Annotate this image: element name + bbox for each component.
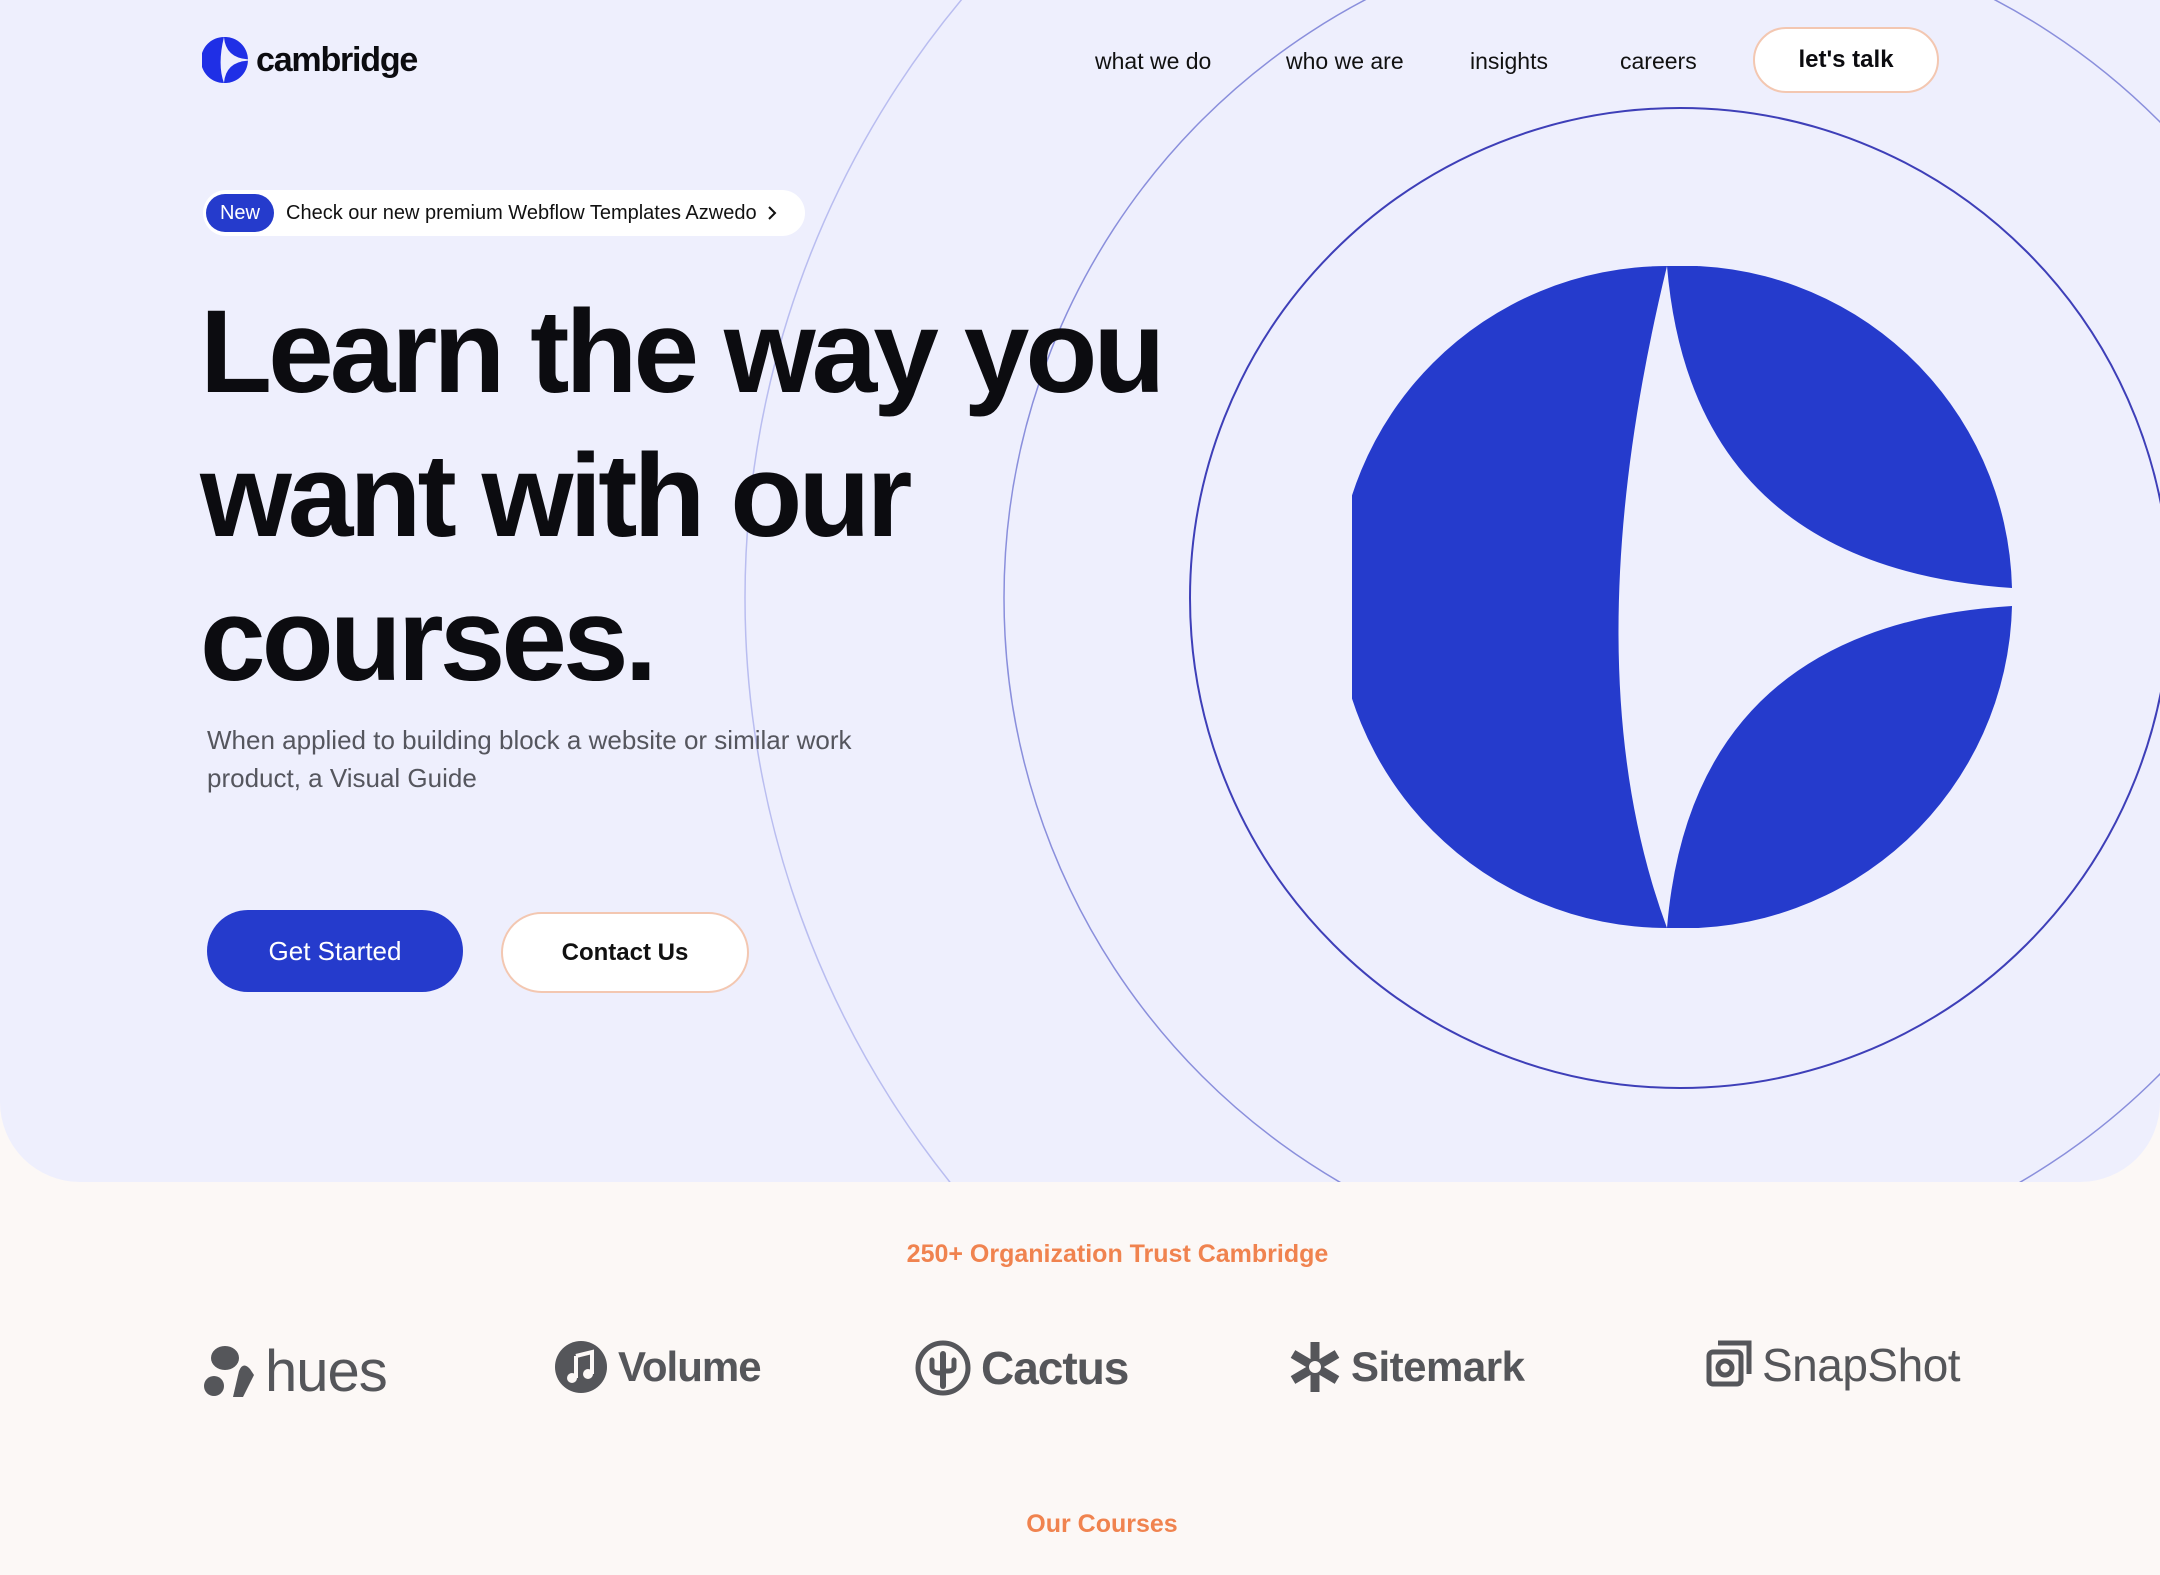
contact-us-button[interactable]: Contact Us — [501, 912, 749, 993]
volume-wordmark: Volume — [618, 1343, 762, 1390]
hues-wordmark: hues — [265, 1339, 388, 1404]
hero-headline: Learn the way you want with our courses. — [200, 280, 1200, 712]
brand-wordmark: cambridge — [256, 40, 418, 79]
nav-link-careers[interactable]: careers — [1620, 40, 1697, 82]
asterisk-icon — [1290, 1342, 1340, 1392]
music-note-icon — [555, 1341, 607, 1393]
partner-logo-cactus: Cactus — [915, 1340, 1129, 1396]
cactus-icon — [915, 1340, 971, 1396]
hues-blob-icon — [204, 1345, 254, 1397]
get-started-button[interactable]: Get Started — [207, 910, 463, 992]
hero-section: cambridge what we do who we are insights… — [0, 0, 2160, 1182]
headline-line-3: courses. — [200, 574, 657, 706]
snapshot-wordmark: SnapShot — [1762, 1339, 1961, 1391]
nav-link-insights[interactable]: insights — [1470, 40, 1548, 82]
new-tag: New — [206, 194, 274, 232]
brand-logo[interactable]: cambridge — [202, 36, 418, 84]
our-courses-heading: Our Courses — [1026, 1510, 1178, 1538]
nav-link-who-we-are[interactable]: who we are — [1286, 40, 1404, 82]
headline-line-1: Learn the way you — [200, 286, 1166, 418]
cambridge-logo-icon — [202, 37, 248, 83]
partner-logo-sitemark: Sitemark — [1289, 1340, 1525, 1394]
partner-logo-hues: hues — [203, 1338, 388, 1405]
brand-mark-illustration — [1352, 266, 2012, 928]
chevron-right-icon — [767, 206, 777, 220]
announcement-banner[interactable]: New Check our new premium Webflow Templa… — [203, 190, 805, 236]
lets-talk-button[interactable]: let's talk — [1753, 27, 1939, 93]
sitemark-wordmark: Sitemark — [1351, 1343, 1525, 1390]
trust-heading: 250+ Organization Trust Cambridge — [906, 1240, 1329, 1268]
partner-logo-volume: Volume — [554, 1340, 762, 1394]
headline-line-2: want with our — [200, 430, 912, 562]
announcement-text: Check our new premium Webflow Templates … — [286, 201, 757, 224]
cactus-wordmark: Cactus — [981, 1342, 1129, 1394]
partner-logo-snapshot: SnapShot — [1706, 1338, 1961, 1392]
hero-subcopy: When applied to building block a website… — [207, 725, 852, 793]
camera-frame-icon — [1706, 1340, 1752, 1387]
nav-link-what-we-do[interactable]: what we do — [1095, 40, 1211, 82]
